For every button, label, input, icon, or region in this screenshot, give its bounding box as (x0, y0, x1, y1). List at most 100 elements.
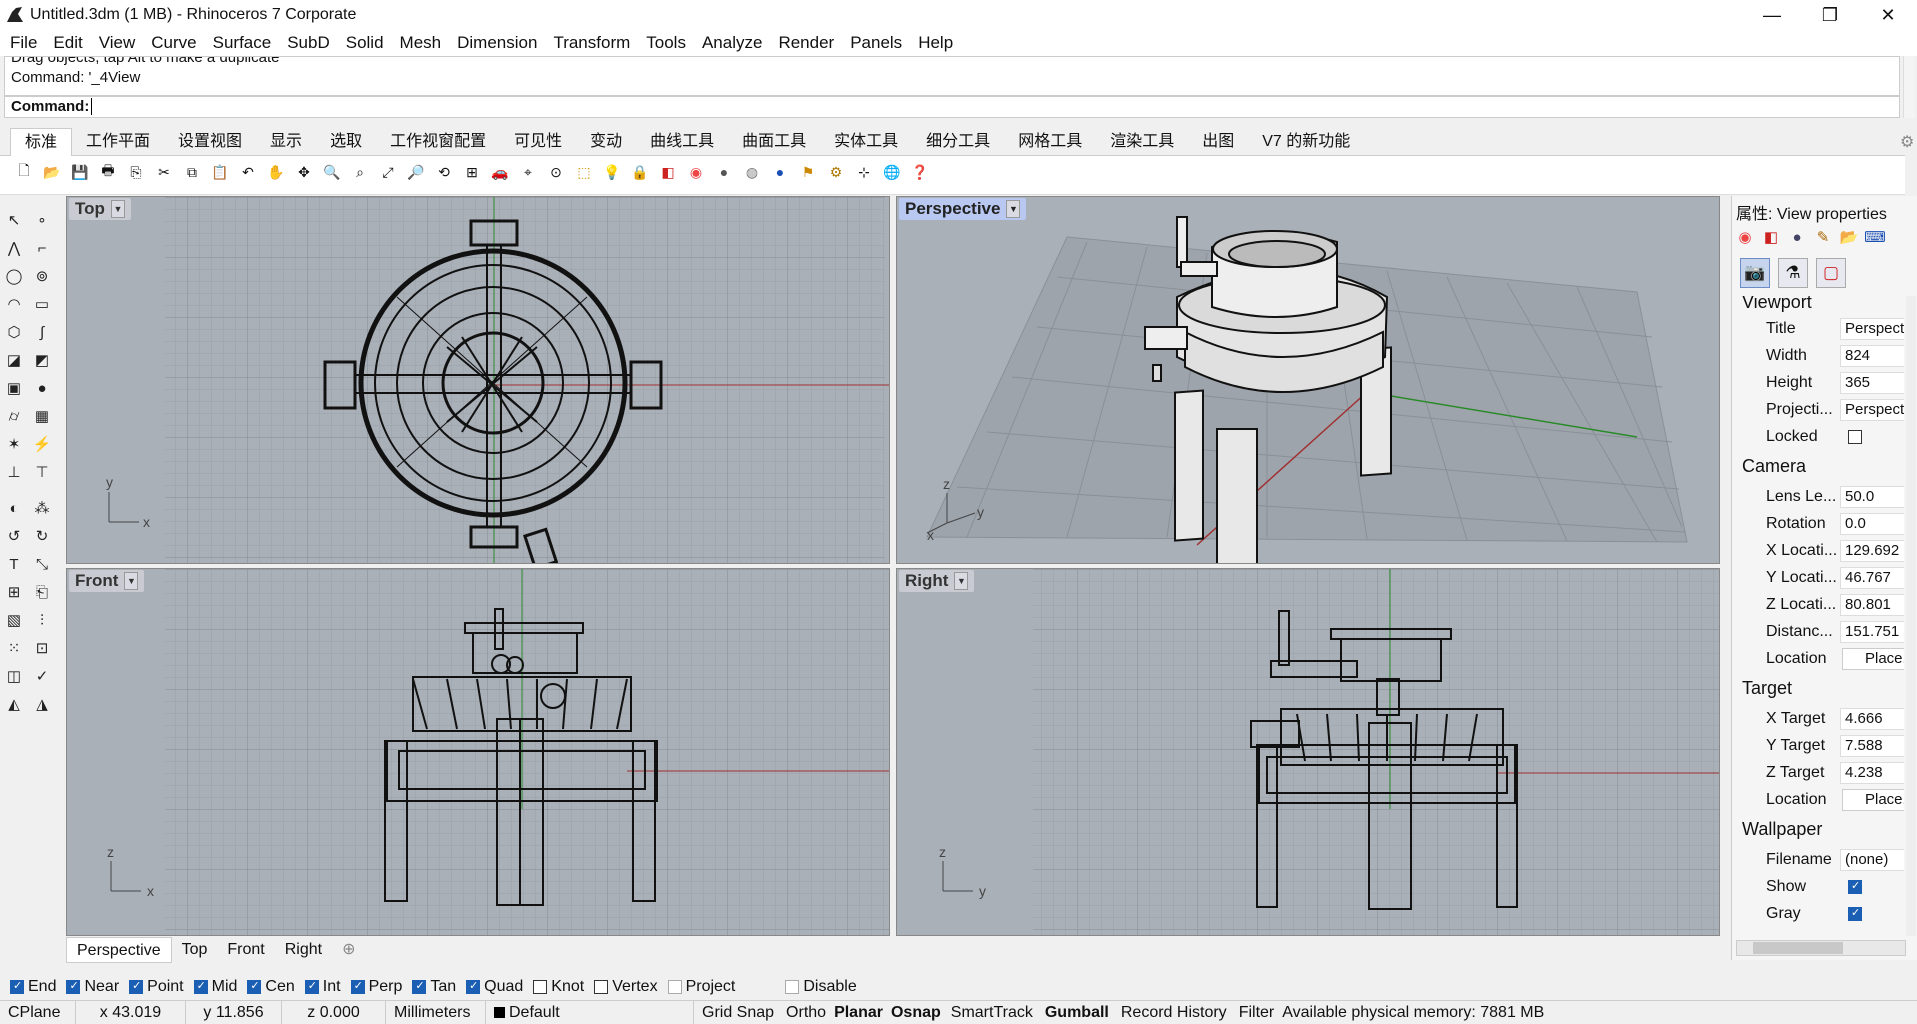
paint-icon[interactable]: ◮ (30, 692, 54, 716)
osnap-tan[interactable]: Tan (412, 978, 456, 996)
array-icon[interactable]: ⊞ (2, 580, 26, 604)
osnap-near[interactable]: Near (66, 978, 119, 996)
status-ortho[interactable]: Ortho (782, 1001, 830, 1024)
z-target-field[interactable]: 4.238 (1840, 762, 1904, 784)
tab-subd-tools[interactable]: 细分工具 (912, 128, 1004, 156)
cylinder-icon[interactable]: ⌭ (2, 404, 26, 428)
checkbox[interactable] (785, 980, 800, 994)
checkbox[interactable] (466, 979, 481, 994)
join-icon[interactable]: ⫶ (30, 608, 54, 632)
layer-icon[interactable]: ◧ (656, 160, 680, 184)
y-target-field[interactable]: 7.588 (1840, 735, 1904, 757)
folder-icon[interactable]: 📂 (1838, 226, 1860, 248)
named-view-icon[interactable]: 🚗 (488, 160, 512, 184)
filename-field[interactable]: (none) (1840, 849, 1904, 871)
render-panel-icon[interactable]: ● (1786, 226, 1808, 248)
checkbox[interactable] (10, 979, 24, 994)
add-viewport-tab-icon[interactable]: ⊕ (332, 937, 365, 963)
open-file-icon[interactable]: 📂 (40, 160, 64, 184)
cut-icon[interactable]: ✂ (152, 160, 176, 184)
text-icon[interactable]: T (2, 552, 26, 576)
viewport-top[interactable]: y x Top ▼ (66, 196, 890, 564)
rendered-sphere-icon[interactable]: ◍ (740, 160, 764, 184)
tab-new-in-v7[interactable]: V7 的新功能 (1248, 128, 1364, 156)
tab-cplanes[interactable]: 工作平面 (72, 128, 164, 156)
zoom-extents-icon[interactable]: ⤢ (376, 160, 400, 184)
menu-tools[interactable]: Tools (638, 33, 694, 53)
checkbox[interactable] (304, 979, 319, 994)
lock-icon[interactable]: 🔒 (628, 160, 652, 184)
layers-icon[interactable]: ◧ (1760, 226, 1782, 248)
checkbox[interactable] (350, 979, 365, 994)
orient-icon[interactable]: ⎗ (30, 580, 54, 604)
status-osnap[interactable]: Osnap (887, 1001, 945, 1024)
tab-curve-tools[interactable]: 曲线工具 (636, 128, 728, 156)
camera-place-button[interactable]: Place... (1842, 648, 1904, 670)
camera-icon[interactable]: 📷 (1740, 258, 1770, 288)
status-gumball[interactable]: Gumball (1039, 1001, 1115, 1024)
menu-curve[interactable]: Curve (143, 33, 204, 53)
distance-field[interactable]: 151.751 (1840, 621, 1904, 643)
tab-render-tools[interactable]: 渲染工具 (1096, 128, 1188, 156)
x-target-field[interactable]: 4.666 (1840, 708, 1904, 730)
menu-transform[interactable]: Transform (545, 33, 638, 53)
checkbox[interactable] (594, 980, 609, 994)
move-icon[interactable]: ↺ (2, 524, 26, 548)
fillet-icon[interactable]: ✶ (2, 432, 26, 456)
settings-gear-icon[interactable]: ⚙ (824, 160, 848, 184)
menu-help[interactable]: Help (910, 33, 961, 53)
viewport-frame-icon[interactable]: ▢ (1816, 258, 1846, 288)
command-history-scrollbar[interactable] (1903, 56, 1915, 96)
tab-visibility[interactable]: 可见性 (500, 128, 576, 156)
grid-array-icon[interactable]: ⁙ (2, 636, 26, 660)
tab-viewport-layout[interactable]: 工作视窗配置 (376, 128, 500, 156)
zoom-window-icon[interactable]: ⌕ (348, 160, 372, 184)
ellipse-icon[interactable]: ⊚ (30, 264, 54, 288)
command-input[interactable]: Command: (4, 96, 1900, 118)
cplane-icon[interactable]: ⊙ (544, 160, 568, 184)
viewport-label-front[interactable]: Front ▼ (69, 570, 145, 592)
status-grid-snap[interactable]: Grid Snap (694, 1001, 782, 1024)
tab-solid-tools[interactable]: 实体工具 (820, 128, 912, 156)
status-layer[interactable]: Default (486, 1000, 694, 1024)
viewport-label-perspective[interactable]: Perspective ▼ (899, 198, 1027, 220)
checkbox[interactable] (412, 979, 427, 994)
checkbox[interactable] (129, 979, 144, 994)
checkbox[interactable] (66, 979, 81, 994)
shaded-sphere-icon[interactable]: ● (712, 160, 736, 184)
viewport-label-right[interactable]: Right ▼ (899, 570, 975, 592)
select-arrow-icon[interactable]: ↖ (2, 208, 26, 232)
properties-scrollbar[interactable] (1906, 296, 1916, 936)
analyze-icon[interactable]: ⚑ (796, 160, 820, 184)
render-icon[interactable]: ● (768, 160, 792, 184)
color-wheel-icon[interactable]: ◉ (684, 160, 708, 184)
tab-select[interactable]: 选取 (316, 128, 376, 156)
osnap-project[interactable]: Project (667, 978, 735, 996)
tab-transform[interactable]: 变动 (576, 128, 636, 156)
block-icon[interactable]: ⊡ (30, 636, 54, 660)
tab-mesh-tools[interactable]: 网格工具 (1004, 128, 1096, 156)
status-record-history[interactable]: Record History (1115, 1001, 1233, 1024)
checkbox[interactable] (193, 979, 208, 994)
undo-icon[interactable]: ↶ (236, 160, 260, 184)
polygon-icon[interactable]: ⬡ (2, 320, 26, 344)
top-view-canvas[interactable]: y x (67, 197, 890, 564)
gray-checkbox[interactable] (1848, 906, 1862, 921)
viewport-tab-top[interactable]: Top (172, 937, 218, 963)
blend-icon[interactable]: ⚡ (30, 432, 54, 456)
globe-icon[interactable]: 🌐 (880, 160, 904, 184)
pan-hand-icon[interactable]: ✋ (264, 160, 288, 184)
explode-icon[interactable]: ▧ (2, 608, 26, 632)
chevron-down-icon[interactable]: ▼ (110, 200, 125, 218)
perspective-view-canvas[interactable]: z y x (897, 197, 1720, 564)
paste-icon[interactable]: 📋 (208, 160, 232, 184)
osnap-quad[interactable]: Quad (466, 978, 523, 996)
viewport-label-top[interactable]: Top ▼ (69, 198, 131, 220)
properties-hscrollbar[interactable] (1736, 940, 1906, 956)
command-line-scrollbar[interactable] (1903, 96, 1915, 118)
rotation-field[interactable]: 0.0 (1840, 513, 1904, 535)
right-view-canvas[interactable]: z y (897, 569, 1720, 936)
trim-icon[interactable]: ⊤ (30, 460, 54, 484)
menu-file[interactable]: File (2, 33, 45, 53)
width-field[interactable]: 824 (1840, 345, 1904, 367)
